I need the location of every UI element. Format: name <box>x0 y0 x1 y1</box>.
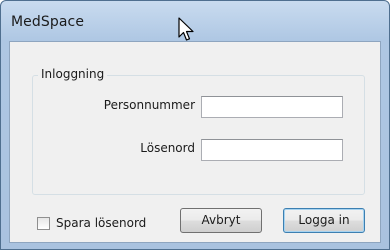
mouse-pointer-icon <box>178 17 194 41</box>
personnummer-label: Personnummer <box>103 98 195 112</box>
save-password-label[interactable]: Spara lösenord <box>56 216 146 230</box>
title-bar[interactable]: MedSpace <box>1 1 389 41</box>
login-groupbox: Inloggning Personnummer Lösenord <box>32 67 365 195</box>
password-input[interactable] <box>201 139 343 161</box>
personnummer-input[interactable] <box>201 96 343 118</box>
cancel-button[interactable]: Avbryt <box>180 208 262 233</box>
save-password-checkbox[interactable] <box>37 217 50 230</box>
dialog-client-area: Inloggning Personnummer Lösenord Spara l… <box>9 41 381 243</box>
password-label: Lösenord <box>140 141 195 155</box>
groupbox-legend: Inloggning <box>38 67 108 81</box>
window-title: MedSpace <box>11 14 85 30</box>
login-button[interactable]: Logga in <box>283 208 365 233</box>
login-dialog-window: MedSpace Inloggning Personnummer Lösenor… <box>0 0 390 250</box>
